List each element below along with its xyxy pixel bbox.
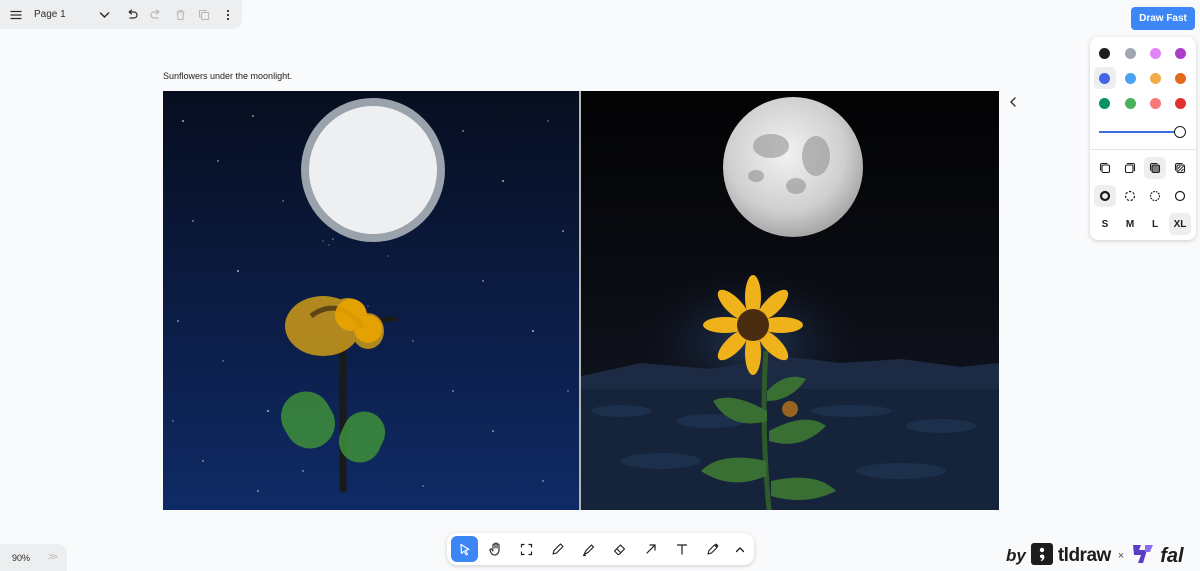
- canvas-caption[interactable]: Sunflowers under the moonlight.: [163, 71, 292, 81]
- highlight-icon[interactable]: [575, 536, 602, 562]
- laser-icon[interactable]: [699, 536, 726, 562]
- fill-pattern-icon[interactable]: [1169, 157, 1191, 179]
- style-panel: S M L XL: [1090, 37, 1196, 240]
- brand-tldraw: tldraw: [1057, 545, 1111, 566]
- tldraw-logo-icon: [1030, 542, 1053, 570]
- more-vertical-icon[interactable]: [216, 3, 240, 27]
- dash-dotted-icon[interactable]: [1144, 185, 1166, 207]
- text-icon[interactable]: [668, 536, 695, 562]
- brand-by: by: [1006, 546, 1026, 565]
- undo-icon[interactable]: [120, 3, 144, 27]
- draw-fast-button[interactable]: Draw Fast: [1131, 7, 1195, 30]
- fill-solid-icon[interactable]: [1144, 157, 1166, 179]
- color-swatch-green[interactable]: [1099, 98, 1110, 109]
- chevron-up-icon[interactable]: [726, 536, 753, 562]
- panel-divider: [1090, 149, 1196, 150]
- color-swatch-orange[interactable]: [1175, 73, 1186, 84]
- generated-image-frame: [581, 91, 999, 510]
- sunflower-center: [737, 309, 769, 341]
- color-swatch-blue[interactable]: [1099, 73, 1110, 84]
- dash-draw-icon[interactable]: [1094, 185, 1116, 207]
- draw-icon[interactable]: [544, 536, 571, 562]
- chevron-down-icon[interactable]: [92, 3, 116, 27]
- hamburger-icon[interactable]: [4, 3, 28, 27]
- color-swatch-violet[interactable]: [1175, 48, 1186, 59]
- color-swatch-grey[interactable]: [1125, 48, 1136, 59]
- color-swatch-yellow[interactable]: [1150, 73, 1161, 84]
- color-swatch-red[interactable]: [1175, 98, 1186, 109]
- drawing-canvas: [172, 98, 569, 493]
- redo-icon[interactable]: [144, 3, 168, 27]
- duplicate-icon[interactable]: [192, 3, 216, 27]
- select-icon[interactable]: [451, 536, 478, 562]
- fill-none-icon[interactable]: [1094, 157, 1116, 179]
- eraser-icon[interactable]: [606, 536, 633, 562]
- trash-icon[interactable]: [168, 3, 192, 27]
- opacity-slider-handle[interactable]: [1174, 126, 1186, 138]
- small-sunflower: [782, 401, 798, 417]
- arrow-icon[interactable]: [637, 536, 664, 562]
- size-m-button[interactable]: M: [1119, 213, 1141, 235]
- page-name[interactable]: Page 1: [34, 9, 90, 20]
- fal-logo-icon: [1131, 543, 1155, 570]
- color-swatch-light-violet[interactable]: [1150, 48, 1161, 59]
- top-menu-bar: Page 1: [0, 0, 242, 29]
- leaves-shape: [281, 391, 386, 463]
- generated-image: [581, 97, 999, 510]
- hand-icon[interactable]: [482, 536, 509, 562]
- drawing-frame[interactable]: [163, 91, 581, 510]
- frame-divider[interactable]: [579, 91, 581, 510]
- dash-solid-icon[interactable]: [1169, 185, 1191, 207]
- zoom-menu[interactable]: 90% >>: [0, 544, 67, 571]
- zoom-level[interactable]: 90%: [12, 553, 30, 563]
- fill-semi-icon[interactable]: [1119, 157, 1141, 179]
- chevron-left-icon[interactable]: [1006, 95, 1020, 109]
- color-swatch-black[interactable]: [1099, 48, 1110, 59]
- frame-icon[interactable]: [513, 536, 540, 562]
- size-l-button[interactable]: L: [1144, 213, 1166, 235]
- moon-image: [723, 97, 863, 237]
- branding: by tldraw × fal: [1006, 542, 1184, 570]
- brand-x: ×: [1117, 550, 1125, 562]
- opacity-slider-track[interactable]: [1099, 131, 1179, 133]
- moon-shape: [301, 98, 445, 242]
- brand-fal: fal: [1160, 544, 1184, 567]
- color-swatch-light-red[interactable]: [1150, 98, 1161, 109]
- size-s-button[interactable]: S: [1094, 213, 1116, 235]
- size-xl-button[interactable]: XL: [1169, 213, 1191, 235]
- expand-minimap-icon[interactable]: >>: [48, 552, 58, 563]
- dash-dashed-icon[interactable]: [1119, 185, 1141, 207]
- color-swatch-light-blue[interactable]: [1125, 73, 1136, 84]
- color-swatch-light-green[interactable]: [1125, 98, 1136, 109]
- tool-toolbar: [447, 533, 754, 565]
